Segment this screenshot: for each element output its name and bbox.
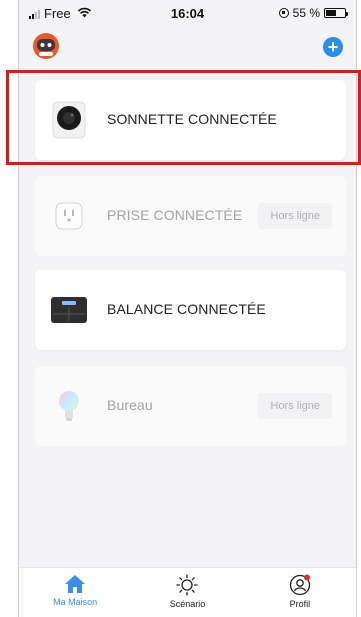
tab-label: Ma Maison (53, 597, 98, 607)
tab-label: Profil (289, 599, 311, 609)
offline-badge: Hors ligne (258, 393, 332, 419)
battery-icon (324, 8, 348, 18)
robot-avatar-icon[interactable] (32, 32, 60, 60)
orientation-lock-icon (278, 8, 289, 18)
device-card-doorbell[interactable]: SONNETTE CONNECTÉE (35, 80, 346, 160)
tab-ma-maison[interactable]: Ma Maison (19, 568, 131, 617)
device-card-bureau[interactable]: Bureau Hors ligne (35, 366, 346, 446)
tab-label: Scénario (169, 599, 206, 609)
device-name: SONNETTE CONNECTÉE (107, 111, 277, 127)
device-card-scale[interactable]: BALANCE CONNECTÉE (35, 270, 346, 350)
device-card-plug[interactable]: PRISE CONNECTÉE Hors ligne (35, 176, 346, 256)
add-device-button[interactable]: + (323, 37, 343, 57)
status-bar: Free 16:04 55 % (19, 0, 356, 30)
offline-badge: Hors ligne (258, 203, 332, 229)
status-right: 55 % (278, 6, 348, 20)
battery-percent: 55 % (292, 6, 320, 20)
tab-profil[interactable]: Profil (244, 568, 356, 617)
bulb-icon (49, 386, 89, 426)
home-icon (65, 575, 86, 593)
phone-screen: Free 16:04 55 % + SONNETTE CONNECTÉE PRI… (18, 0, 357, 617)
scale-icon (49, 290, 89, 330)
device-name: Bureau (107, 397, 153, 413)
profile-icon (289, 574, 310, 596)
header: + (19, 30, 356, 72)
battery-fill (326, 10, 336, 16)
plug-icon (49, 196, 89, 236)
sun-icon (176, 574, 199, 596)
tab-scenario[interactable]: Scénario (131, 568, 243, 617)
tab-bar: Ma Maison Scénario Profil (19, 567, 356, 617)
device-name: BALANCE CONNECTÉE (107, 301, 266, 317)
doorbell-icon (49, 100, 89, 140)
device-name: PRISE CONNECTÉE (107, 207, 243, 223)
